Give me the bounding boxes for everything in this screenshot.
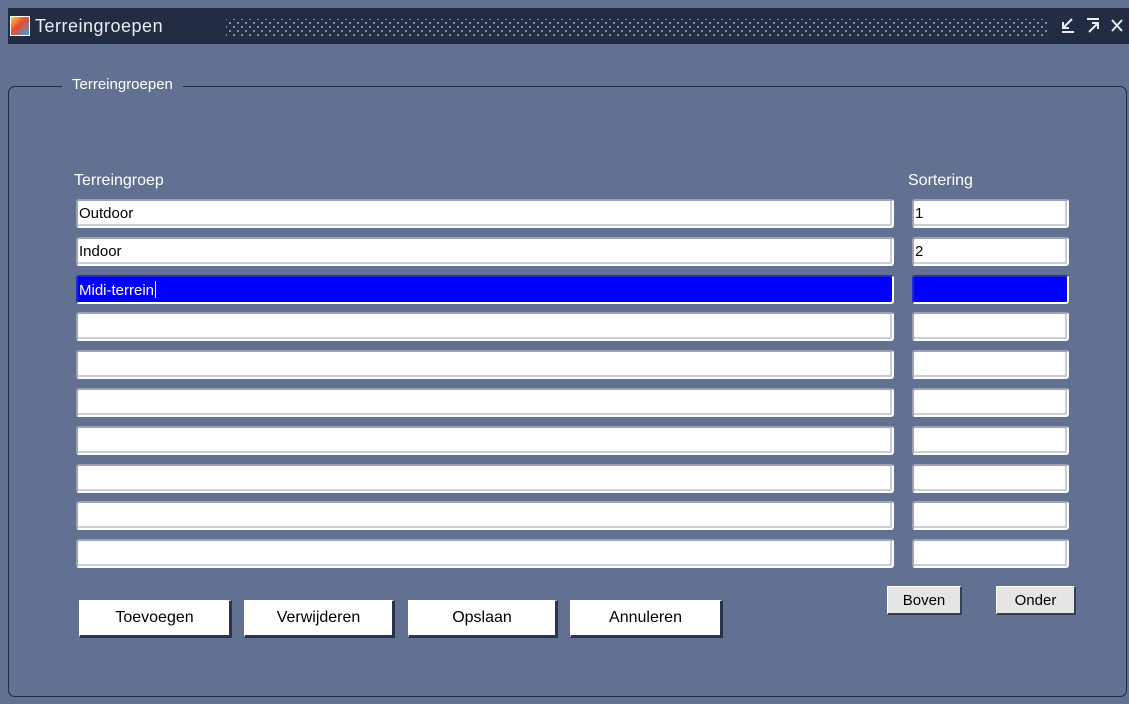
sortering-field[interactable]: 2 xyxy=(912,237,1069,266)
terreingroep-field[interactable] xyxy=(76,388,894,417)
terreingroep-field[interactable] xyxy=(76,312,894,341)
sortering-field[interactable] xyxy=(912,501,1069,530)
add-button[interactable]: Toevoegen xyxy=(79,600,232,638)
sortering-field[interactable] xyxy=(912,539,1069,568)
save-button[interactable]: Opslaan xyxy=(408,600,558,638)
minimize-icon[interactable] xyxy=(1060,16,1076,38)
terreingroep-field[interactable] xyxy=(76,426,894,455)
sortering-field[interactable] xyxy=(912,388,1069,417)
column-label-terreingroep: Terreingroep xyxy=(74,172,164,189)
sortering-value: 1 xyxy=(915,205,924,222)
close-icon[interactable] xyxy=(1109,16,1125,38)
sortering-field[interactable] xyxy=(912,426,1069,455)
title-bar-pattern xyxy=(226,19,1048,37)
move-down-button[interactable]: Onder xyxy=(996,586,1076,615)
cancel-button[interactable]: Annuleren xyxy=(570,600,723,638)
maximize-icon[interactable] xyxy=(1085,16,1101,38)
sortering-field[interactable] xyxy=(912,312,1069,341)
window-title: Terreingroepen xyxy=(35,16,164,36)
sortering-value: 2 xyxy=(915,243,924,260)
app-icon xyxy=(10,16,30,36)
delete-button[interactable]: Verwijderen xyxy=(244,600,395,638)
text-cursor xyxy=(155,281,157,298)
terreingroep-value: Midi-terrein xyxy=(79,282,155,299)
terreingroep-field[interactable] xyxy=(76,501,894,530)
sortering-field[interactable] xyxy=(912,350,1069,379)
terreingroep-field[interactable]: Indoor xyxy=(76,237,894,266)
frame-title: Terreingroepen xyxy=(62,76,183,93)
sortering-field[interactable] xyxy=(912,464,1069,493)
sortering-field[interactable]: 1 xyxy=(912,199,1069,228)
terreingroep-field[interactable] xyxy=(76,464,894,493)
title-bar[interactable]: Terreingroepen xyxy=(8,8,1129,44)
terreingroep-field[interactable] xyxy=(76,539,894,568)
terreingroep-field[interactable]: Midi-terrein xyxy=(76,275,894,304)
column-label-sortering: Sortering xyxy=(908,172,973,189)
terreingroep-field[interactable] xyxy=(76,350,894,379)
sortering-field[interactable] xyxy=(912,275,1069,304)
terreingroep-field[interactable]: Outdoor xyxy=(76,199,894,228)
move-up-button[interactable]: Boven xyxy=(887,586,962,615)
terreingroep-value: Indoor xyxy=(79,243,122,260)
terreingroep-value: Outdoor xyxy=(79,205,134,222)
